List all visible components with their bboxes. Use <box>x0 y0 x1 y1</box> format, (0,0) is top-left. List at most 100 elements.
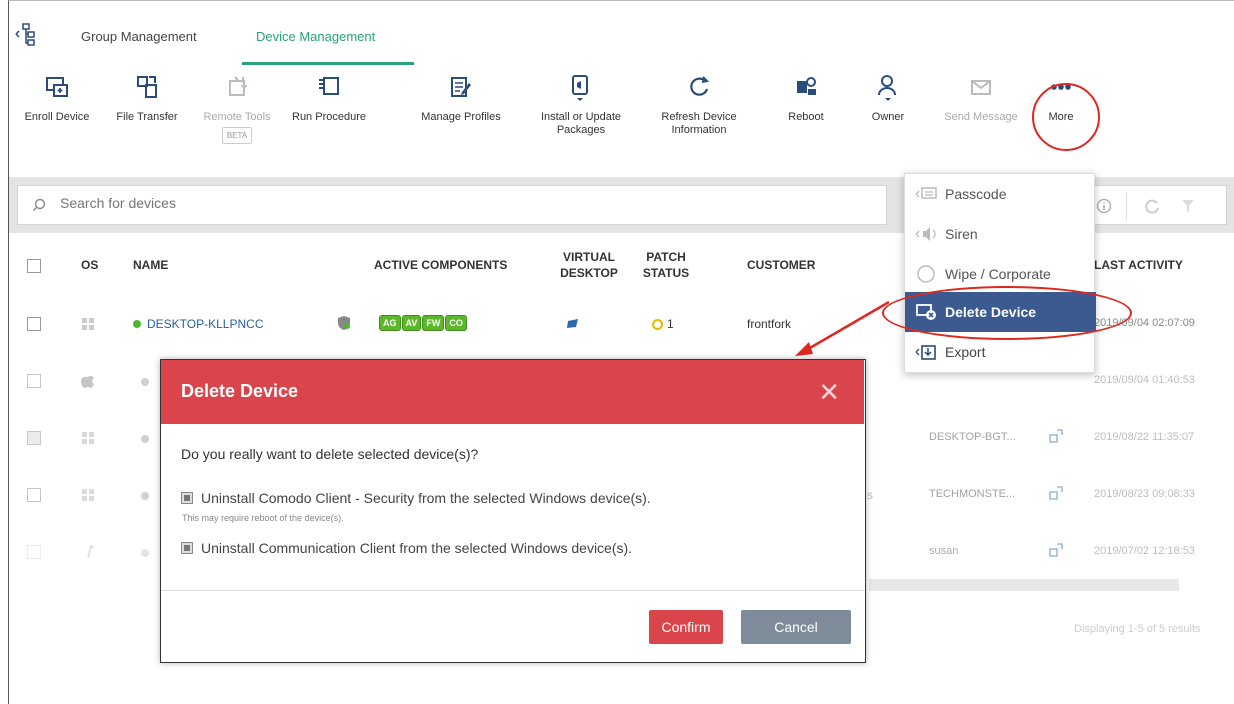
top-navigation: Group Management Device Management <box>9 1 1234 65</box>
confirm-button[interactable]: Confirm <box>649 610 723 644</box>
row-checkbox[interactable] <box>27 317 41 331</box>
header-customer[interactable]: CUSTOMER <box>747 258 815 272</box>
last-activity-cell: 2019/09/04 01:40:53 <box>1094 374 1195 386</box>
row-checkbox[interactable] <box>27 488 41 502</box>
header-patch-status-line2: STATUS <box>642 266 690 280</box>
enroll-device-button[interactable]: Enroll Device <box>17 73 97 124</box>
component-badge: CO <box>445 315 467 331</box>
last-activity-cell: 2019/08/23 09:08:33 <box>1094 488 1195 500</box>
option-label: Uninstall Communication Client from the … <box>201 540 633 556</box>
table-actions <box>1079 185 1227 225</box>
row-checkbox-checked[interactable] <box>27 431 41 445</box>
menu-item-siren[interactable]: Siren <box>905 214 1096 254</box>
file-transfer-label: File Transfer <box>116 111 178 123</box>
option-uninstall-communication-client[interactable]: Uninstall Communication Client from the … <box>181 540 632 556</box>
option-checkbox[interactable] <box>181 542 193 554</box>
reboot-icon <box>797 77 816 95</box>
option-checkbox[interactable] <box>181 492 193 504</box>
file-transfer-icon <box>137 76 157 98</box>
patch-warning-icon <box>652 319 663 330</box>
menu-item-passcode[interactable]: Passcode <box>905 174 1096 214</box>
customer-cell-tail: s <box>867 488 873 502</box>
owner-button[interactable]: Owner <box>859 73 917 124</box>
online-status-dot <box>133 320 141 328</box>
remote-tools-icon <box>229 76 248 96</box>
export-icon <box>915 345 936 360</box>
patch-status[interactable]: 1 <box>652 317 674 331</box>
component-badge: AV <box>401 315 422 331</box>
header-last-activity[interactable]: LAST ACTIVITY <box>1094 258 1183 272</box>
refresh-label-1: Refresh Device <box>661 111 737 123</box>
refresh-device-info-button[interactable]: Refresh Device Information <box>649 73 749 137</box>
android-icon <box>87 544 95 559</box>
owner-cell: TECHMONSTE... <box>929 488 1016 500</box>
select-all-checkbox[interactable] <box>27 259 41 273</box>
dialog-divider <box>161 590 864 591</box>
header-name[interactable]: NAME <box>133 258 168 272</box>
install-packages-label-1: Install or Update <box>540 111 622 123</box>
last-activity-cell: 2019/07/02 12:18:53 <box>1094 545 1195 557</box>
header-os[interactable]: OS <box>81 258 98 272</box>
device-name: DESKTOP-KLLPNCC <box>147 317 264 331</box>
beta-badge: BETA <box>221 127 253 144</box>
device-name-link[interactable]: DESKTOP-KLLPNCC <box>133 317 263 331</box>
remote-control-icon[interactable] <box>1049 543 1063 557</box>
install-packages-icon <box>572 75 588 101</box>
option-uninstall-comodo-client[interactable]: Uninstall Comodo Client - Security from … <box>181 490 651 506</box>
cancel-button[interactable]: Cancel <box>741 610 851 644</box>
dialog-question: Do you really want to delete selected de… <box>181 446 479 462</box>
header-active-components[interactable]: ACTIVE COMPONENTS <box>374 258 507 272</box>
remote-control-icon[interactable] <box>1049 486 1063 500</box>
search-icon <box>33 198 46 211</box>
header-virtual-desktop-line2: DESKTOP <box>560 266 618 280</box>
annotation-circle-more <box>1032 83 1100 151</box>
tab-group-management[interactable]: Group Management <box>81 29 197 44</box>
option-label: Uninstall Comodo Client - Security from … <box>201 490 651 506</box>
search-input[interactable] <box>60 195 660 211</box>
status-dot <box>141 549 149 557</box>
manage-profiles-label: Manage Profiles <box>421 111 501 123</box>
header-virtual-desktop[interactable]: VIRTUAL DESKTOP <box>559 249 619 281</box>
header-patch-status[interactable]: PATCH STATUS <box>641 249 691 281</box>
status-dot <box>141 492 149 500</box>
info-icon[interactable] <box>1096 198 1112 214</box>
owner-cell: DESKTOP-BGT... <box>929 431 1016 443</box>
file-transfer-button[interactable]: File Transfer <box>107 73 187 124</box>
delete-device-dialog: Delete Device ✕ Do you really want to de… <box>160 359 866 663</box>
siren-icon <box>915 227 936 241</box>
menu-label-export: Export <box>945 344 986 360</box>
shield-icon <box>338 316 350 330</box>
horizontal-scrollbar[interactable] <box>869 579 1179 591</box>
refresh-label-2: Information <box>671 124 727 136</box>
install-update-packages-button[interactable]: Install or Update Packages <box>527 73 635 137</box>
remote-tools-button[interactable]: Remote Tools BETA <box>199 73 275 144</box>
close-icon[interactable]: ✕ <box>818 377 840 408</box>
component-badge: AG <box>379 315 401 331</box>
row-checkbox[interactable] <box>27 374 41 388</box>
reboot-button[interactable]: Reboot <box>779 73 833 124</box>
patch-count: 1 <box>667 317 674 331</box>
manage-profiles-button[interactable]: Manage Profiles <box>409 73 513 124</box>
send-message-button[interactable]: Send Message <box>934 73 1028 124</box>
filter-icon[interactable] <box>1180 198 1196 214</box>
reboot-label: Reboot <box>788 111 824 123</box>
table-refresh-icon[interactable] <box>1144 198 1160 214</box>
manage-profiles-icon <box>451 77 471 97</box>
remote-control-icon[interactable] <box>1049 429 1063 443</box>
tab-device-management[interactable]: Device Management <box>256 29 375 44</box>
windows-icon <box>82 432 94 444</box>
active-components-badges: AG AV FW CO <box>379 315 468 331</box>
status-dot <box>141 435 149 443</box>
row-checkbox[interactable] <box>27 545 41 559</box>
dialog-header: Delete Device ✕ <box>161 360 864 424</box>
apple-icon <box>81 375 94 388</box>
run-procedure-button[interactable]: Run Procedure <box>284 73 374 124</box>
windows-icon <box>82 489 94 501</box>
active-tab-indicator <box>242 62 414 65</box>
enroll-device-icon <box>46 77 68 97</box>
dialog-title: Delete Device <box>181 381 299 401</box>
more-dropdown-menu: Passcode Siren Wipe / Corporate Delete D… <box>904 173 1096 373</box>
app-frame: Group Management Device Management Enrol… <box>8 0 1234 704</box>
device-tree-icon[interactable] <box>15 21 37 47</box>
pagination-summary: Displaying 1-5 of 5 results <box>1074 623 1201 635</box>
